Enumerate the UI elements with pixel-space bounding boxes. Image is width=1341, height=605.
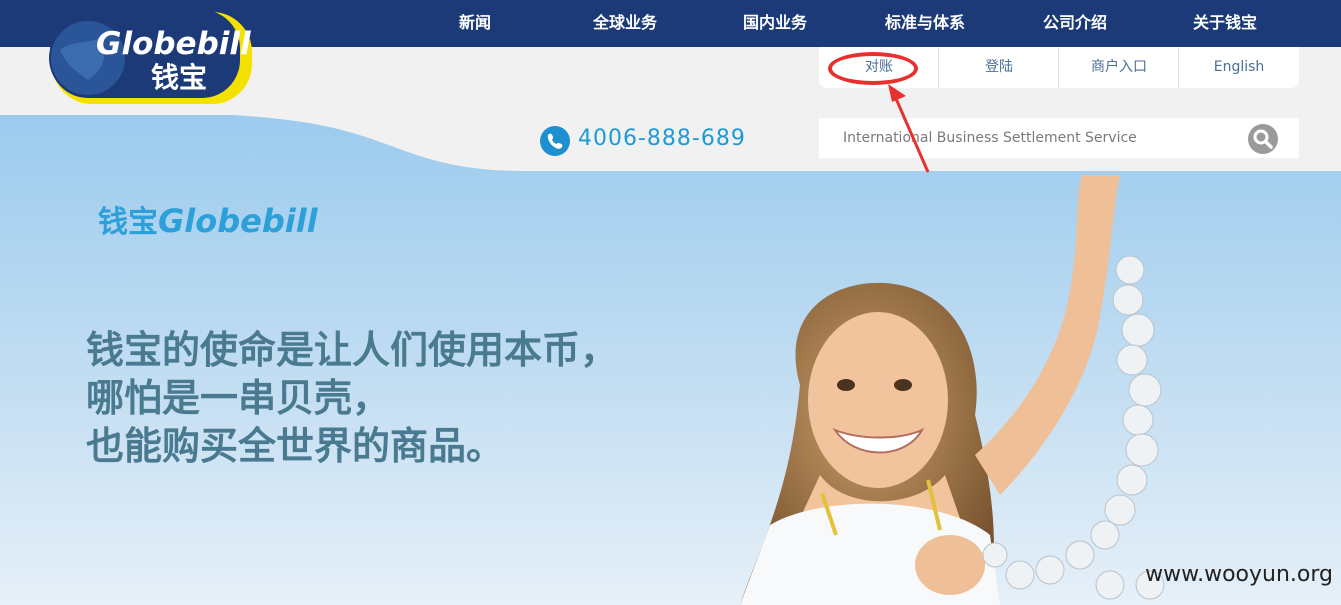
nav-item-standards[interactable]: 标准与体系 xyxy=(865,0,985,45)
search-icon xyxy=(1253,129,1273,149)
hero-slogan: 钱宝的使命是让人们使用本币， 哪怕是一串贝壳， 也能购买全世界的商品。 xyxy=(86,326,618,470)
slogan-line: 哪怕是一串贝壳， xyxy=(86,376,391,420)
nav-item-news[interactable]: 新闻 xyxy=(415,0,535,45)
hero-brand-cn: 钱宝 xyxy=(98,205,158,240)
phone-icon xyxy=(540,126,570,156)
nav-item-company[interactable]: 公司介绍 xyxy=(1015,0,1135,45)
nav-item-domestic-business[interactable]: 国内业务 xyxy=(715,0,835,45)
nav-item-about[interactable]: 关于钱宝 xyxy=(1165,0,1285,45)
logo-text-en: Globebill xyxy=(96,26,251,62)
submenu-merchant-entry[interactable]: 商户入口 xyxy=(1059,47,1179,88)
slogan-line: 也能购买全世界的商品。 xyxy=(86,424,505,468)
submenu-login[interactable]: 登陆 xyxy=(939,47,1059,88)
search-button[interactable] xyxy=(1248,124,1278,154)
nav-item-global-business[interactable]: 全球业务 xyxy=(565,0,685,45)
slogan-line: 钱宝的使命是让人们使用本币， xyxy=(86,328,619,372)
watermark: www.wooyun.org xyxy=(1145,562,1333,587)
phone-number: 4006-888-689 xyxy=(578,126,746,151)
logo-text-cn: 钱宝 xyxy=(151,61,207,94)
hero-brand-en: Globebill xyxy=(158,202,318,240)
hero-brand: 钱宝Globebill xyxy=(98,197,318,241)
globebill-logo[interactable]: Globebill 钱宝 xyxy=(48,10,256,106)
submenu-english[interactable]: English xyxy=(1179,47,1299,88)
annotation-arrow-icon xyxy=(888,84,930,173)
